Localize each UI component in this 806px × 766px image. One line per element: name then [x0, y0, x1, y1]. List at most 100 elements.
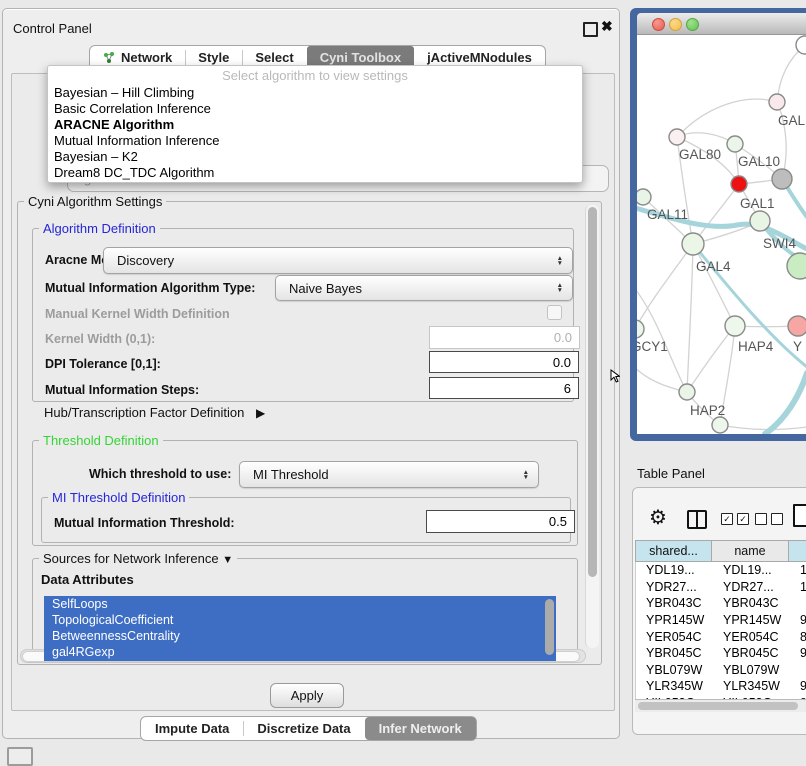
split-columns-icon[interactable]	[687, 510, 707, 529]
tab-label: Select	[255, 50, 293, 65]
table-row[interactable]: YLR345WYLR345W9.	[636, 678, 806, 695]
network-node[interactable]	[712, 417, 728, 433]
mi-algorithm-type-combobox[interactable]: Naive Bayes ▲▼	[275, 275, 573, 301]
table-cell: YBL079W	[636, 662, 713, 679]
apply-button[interactable]: Apply	[270, 683, 344, 708]
table-cell: 12	[790, 579, 806, 596]
network-node[interactable]	[772, 169, 792, 189]
document-icon[interactable]	[793, 504, 806, 527]
table-cell: YBL079W	[713, 662, 790, 679]
mi-steps-input[interactable]: 6	[429, 377, 579, 399]
settings-vertical-scrollbar[interactable]	[585, 205, 599, 648]
dropdown-item[interactable]: Basic Correlation Inference	[48, 101, 582, 117]
unchecked-checkbox-pair-icon[interactable]	[755, 513, 783, 525]
network-window-titlebar[interactable]	[637, 13, 806, 35]
which-threshold-label: Which threshold to use:	[89, 467, 231, 481]
gear-icon[interactable]: ⚙	[649, 505, 667, 530]
close-traffic-light-icon[interactable]	[652, 18, 665, 31]
table-cell: YDR27...	[713, 579, 790, 596]
network-node-gal11[interactable]	[637, 189, 651, 205]
dpi-tolerance-label: DPI Tolerance [0,1]:	[45, 357, 161, 371]
table-horizontal-scrollbar[interactable]	[635, 699, 806, 712]
bottom-tab-discretize-data[interactable]: Discretize Data	[243, 717, 364, 740]
table-cell: YBR043C	[636, 595, 713, 612]
control-panel-title: Control Panel	[13, 21, 92, 36]
which-threshold-combobox[interactable]: MI Threshold ▲▼	[239, 461, 539, 488]
network-node-gal10[interactable]	[727, 136, 743, 152]
column-header[interactable]: shared...	[635, 540, 712, 562]
network-node-gal4[interactable]	[682, 233, 704, 255]
manual-kernel-width-label: Manual Kernel Width Definition	[45, 307, 230, 321]
network-node-hap4[interactable]	[725, 316, 745, 336]
dropdown-item[interactable]: Mutual Information Inference	[48, 133, 582, 149]
settings-scrollbar-thumb[interactable]	[588, 207, 597, 577]
table-cell: YBR045C	[636, 645, 713, 662]
dropdown-item[interactable]: Bayesian – Hill Climbing	[48, 85, 582, 101]
table-cell: 8.	[790, 628, 806, 645]
network-node[interactable]	[787, 253, 806, 279]
stepper-arrows-icon: ▲▼	[557, 256, 572, 266]
network-node-gal1[interactable]	[731, 176, 747, 192]
network-icon	[103, 51, 115, 64]
table-row[interactable]: YBR043CYBR043C	[636, 595, 806, 612]
attribute-list-item[interactable]: BetweennessCentrality	[44, 628, 556, 644]
table-row[interactable]: YBR045CYBR045C9.	[636, 645, 806, 662]
table-cell: 9.	[790, 612, 806, 629]
zoom-traffic-light-icon[interactable]	[686, 18, 699, 31]
minimized-panel-icon[interactable]	[7, 747, 33, 766]
node-label: Y	[793, 339, 802, 354]
table-row[interactable]: YDR27...YDR27...12	[636, 579, 806, 596]
network-node-hap2[interactable]	[679, 384, 695, 400]
algorithm-definition-title: Algorithm Definition	[39, 221, 160, 236]
node-label: GAL10	[738, 154, 780, 169]
table-row[interactable]: YBL079WYBL079W	[636, 662, 806, 679]
column-header[interactable]: name	[712, 540, 789, 562]
dropdown-item[interactable]: Bayesian – K2	[48, 149, 582, 165]
mi-threshold-input[interactable]: 0.5	[426, 510, 575, 533]
manual-kernel-width-checkbox[interactable]	[547, 305, 562, 320]
table-cell: YLR345W	[636, 678, 713, 695]
stepper-arrows-icon: ▲▼	[523, 470, 538, 480]
bottom-tab-infer-network[interactable]: Infer Network	[365, 717, 476, 740]
sources-group-title: Sources for Network Inference ▼	[39, 551, 237, 566]
aracne-mode-combobox[interactable]: Discovery ▲▼	[103, 247, 573, 274]
network-graph: GALGAL80GAL10GAL1GAL11SWI4GAL4GCY1HAP4YH…	[637, 35, 806, 434]
node-label: GAL4	[696, 259, 731, 274]
hub-transcription-factor-section[interactable]: Hub/Transcription Factor Definition ▶	[44, 405, 265, 420]
table-cell: 9.	[790, 645, 806, 662]
checked-checkbox-pair-icon[interactable]: ✓ ✓	[721, 513, 749, 525]
data-attributes-list[interactable]: SelfLoopsTopologicalCoefficientBetweenne…	[44, 596, 556, 661]
dpi-tolerance-value: 0.0	[553, 355, 571, 370]
table-cell: YPR145W	[713, 612, 790, 629]
network-node-y[interactable]	[788, 316, 806, 336]
node-table: shared...nameA YDL19...YDL19...13YDR27..…	[635, 540, 806, 699]
minimize-traffic-light-icon[interactable]	[669, 18, 682, 31]
table-row[interactable]: YER054CYER054C8.	[636, 628, 806, 645]
dropdown-item[interactable]: ARACNE Algorithm	[48, 117, 582, 133]
mi-threshold-definition-title: MI Threshold Definition	[48, 490, 189, 505]
close-icon[interactable]: ✖	[601, 19, 613, 33]
attribute-list-item[interactable]: gal4RGexp	[44, 644, 556, 660]
table-row[interactable]: YPR145WYPR145W9.	[636, 612, 806, 629]
attribute-list-item[interactable]: SelfLoops	[44, 596, 556, 612]
network-node-gcy1[interactable]	[637, 320, 644, 338]
table-row[interactable]: YDL19...YDL19...13	[636, 562, 806, 579]
network-node-gal[interactable]	[769, 94, 785, 110]
table-hscrollbar-thumb[interactable]	[638, 702, 798, 710]
bottom-tab-impute-data[interactable]: Impute Data	[141, 717, 243, 740]
dpi-tolerance-input[interactable]: 0.0	[429, 351, 579, 373]
network-node-swi4[interactable]	[750, 211, 770, 231]
network-node-gal80[interactable]	[669, 129, 685, 145]
collapse-arrow-icon[interactable]: ▼	[222, 554, 233, 566]
mi-steps-value: 6	[564, 381, 571, 396]
network-canvas[interactable]: GALGAL80GAL10GAL1GAL11SWI4GAL4GCY1HAP4YH…	[637, 35, 806, 434]
column-header[interactable]: A	[789, 540, 806, 562]
expand-arrow-icon[interactable]: ▶	[256, 406, 265, 420]
float-window-icon[interactable]	[583, 22, 598, 37]
node-label: GAL1	[740, 196, 775, 211]
algorithm-dropdown-popup: Select algorithm to view settings Bayesi…	[47, 65, 583, 183]
table-cell: 9.	[790, 678, 806, 695]
attribute-list-item[interactable]: TopologicalCoefficient	[44, 612, 556, 628]
dropdown-item[interactable]: Dream8 DC_TDC Algorithm	[48, 165, 582, 181]
attributes-list-scrollbar-thumb[interactable]	[545, 599, 554, 655]
